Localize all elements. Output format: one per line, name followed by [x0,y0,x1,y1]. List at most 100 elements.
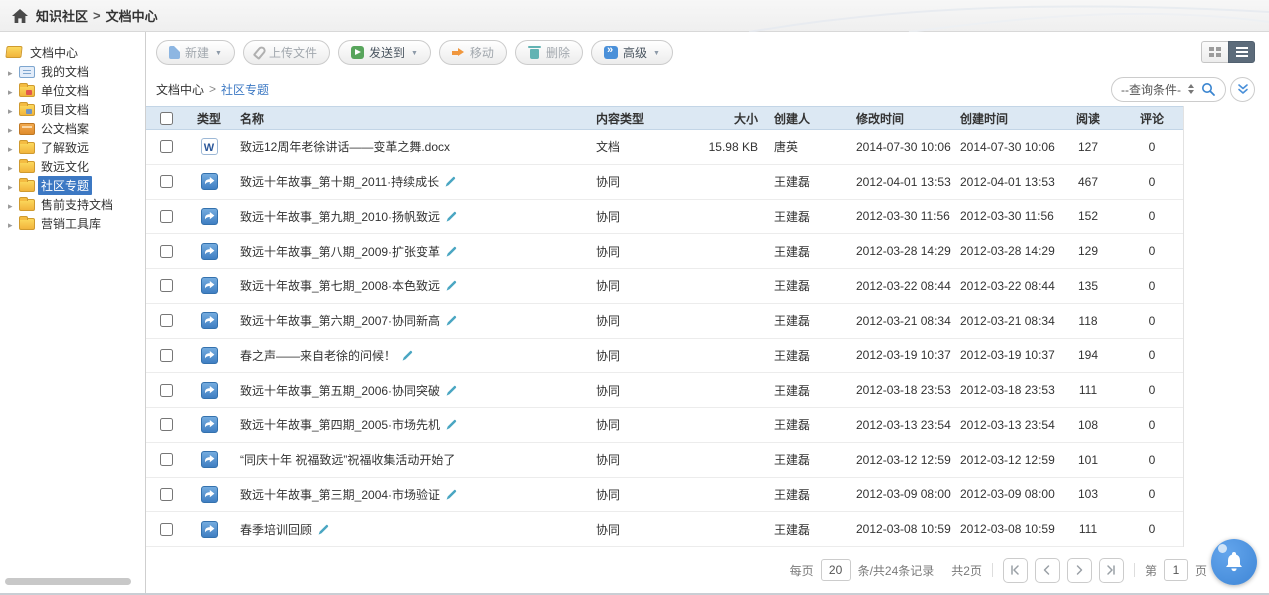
edit-pencil-icon[interactable] [446,385,457,396]
sidebar-item[interactable]: 公文档案 [0,119,145,138]
sidebar-item[interactable]: 营销工具库 [0,214,145,233]
grid-view-button[interactable] [1201,41,1228,63]
next-page-button[interactable] [1067,558,1092,583]
row-checkbox[interactable] [160,349,173,362]
select-spinner-icon[interactable] [1188,84,1194,94]
sidebar-item[interactable]: 社区专题 [0,176,145,195]
expand-arrow-icon[interactable] [8,217,16,231]
edit-pencil-icon[interactable] [446,489,457,500]
edit-pencil-icon[interactable] [446,211,457,222]
select-all-checkbox[interactable] [160,112,173,125]
edit-pencil-icon[interactable] [446,315,457,326]
last-page-button[interactable] [1099,558,1124,583]
expand-arrow-icon[interactable] [8,84,16,98]
sidebar-horizontal-scrollbar[interactable] [5,578,131,585]
sidebar-item[interactable]: 售前支持文档 [0,195,145,214]
file-type-icon [201,208,218,225]
edit-pencil-icon[interactable] [318,524,329,535]
row-checkbox[interactable] [160,488,173,501]
row-type-cell [186,312,232,329]
row-checkbox[interactable] [160,140,173,153]
toolbar-button[interactable]: 移动 [439,40,507,65]
page-label-prefix: 第 [1145,562,1157,579]
first-page-button[interactable] [1003,558,1028,583]
file-type-icon [201,451,218,468]
toolbar-button[interactable]: 上传文件 [243,40,330,65]
list-view-button[interactable] [1228,41,1255,63]
comments-cell: 0 [1120,348,1184,362]
row-checkbox[interactable] [160,418,173,431]
sidebar-item[interactable]: 项目文档 [0,100,145,119]
creator-cell: 王建磊 [766,277,848,294]
prev-page-icon [1041,564,1053,576]
created-time-cell: 2012-03-12 12:59 [952,453,1056,467]
advanced-search-toggle[interactable] [1230,77,1255,102]
row-checkbox[interactable] [160,523,173,536]
document-link[interactable]: 致远十年故事_第九期_2010·扬帆致远 [240,208,440,225]
document-link[interactable]: 春季培训回顾 [240,521,312,538]
row-checkbox[interactable] [160,175,173,188]
table-row: “同庆十年 祝福致远”祝福收集活动开始了 协同 王建磊 2012-03-12 1… [146,443,1183,478]
sidebar-item-label: 我的文档 [38,62,92,81]
notification-bell-button[interactable] [1211,539,1257,585]
per-page-input[interactable] [821,559,851,581]
expand-arrow-icon[interactable] [8,141,16,155]
expand-arrow-icon[interactable] [8,179,16,193]
search-filter-select[interactable]: --查询条件- [1121,81,1181,98]
document-link[interactable]: 致远十年故事_第七期_2008·本色致远 [240,277,440,294]
sidebar-item[interactable]: 单位文档 [0,81,145,100]
toolbar-button[interactable]: 发送到 [338,40,431,65]
breadcrumb-current-folder[interactable]: 社区专题 [221,81,269,98]
document-link[interactable]: 春之声——来自老徐的问候！ [240,347,396,364]
document-link[interactable]: 致远十年故事_第五期_2006·协同突破 [240,382,440,399]
row-checkbox[interactable] [160,314,173,327]
row-checkbox[interactable] [160,453,173,466]
prev-page-button[interactable] [1035,558,1060,583]
expand-arrow-icon[interactable] [8,122,16,136]
sidebar-root-doc-center[interactable]: 文档中心 [0,42,145,62]
main-panel: 新建 上传文件 发送到 [146,32,1269,593]
home-icon[interactable] [12,9,28,23]
sidebar-item[interactable]: 我的文档 [0,62,145,81]
dropdown-caret-icon [653,45,660,59]
toolbar-button[interactable]: 删除 [515,40,583,65]
edit-pencil-icon[interactable] [445,176,456,187]
document-link[interactable]: 致远十年故事_第十期_2011·持续成长 [240,173,439,190]
toolbar-button[interactable]: 高级 [591,40,673,65]
expand-arrow-icon[interactable] [8,160,16,174]
collaboration-file-glyph [204,280,215,291]
document-link[interactable]: “同庆十年 祝福致远”祝福收集活动开始了 [240,451,455,468]
row-select-cell [146,488,186,501]
modified-time-cell: 2012-03-30 11:56 [848,209,952,223]
toolbar-button[interactable]: 新建 [156,40,235,65]
row-checkbox[interactable] [160,279,173,292]
row-checkbox[interactable] [160,384,173,397]
breadcrumb-doc-center-link[interactable]: 文档中心 [156,81,204,98]
document-link[interactable]: 致远十年故事_第三期_2004·市场验证 [240,486,440,503]
document-link[interactable]: 致远12周年老徐讲话——变革之舞.docx [240,138,450,155]
document-link[interactable]: 致远十年故事_第六期_2007·协同新高 [240,312,440,329]
edit-pencil-icon[interactable] [446,419,457,430]
edit-pencil-icon[interactable] [446,280,457,291]
header-created: 创建时间 [952,110,1056,127]
sidebar-item[interactable]: 了解致远 [0,138,145,157]
page-number-input[interactable] [1164,559,1188,581]
row-name-cell: 致远十年故事_第六期_2007·协同新高 [232,312,588,329]
search-button[interactable] [1201,82,1216,97]
table-row: 致远十年故事_第四期_2005·市场先机 协同 王建磊 2012-03-13 2… [146,408,1183,443]
expand-arrow-icon[interactable] [8,198,16,212]
toolbar-button-icon [351,46,364,59]
expand-arrow-icon[interactable] [8,103,16,117]
breadcrumb-doc-center[interactable]: 文档中心 [106,6,158,25]
document-link[interactable]: 致远十年故事_第四期_2005·市场先机 [240,416,440,433]
modified-time-cell: 2012-03-21 08:34 [848,314,952,328]
row-select-cell [146,349,186,362]
row-checkbox[interactable] [160,245,173,258]
row-checkbox[interactable] [160,210,173,223]
edit-pencil-icon[interactable] [446,246,457,257]
sidebar-item[interactable]: 致远文化 [0,157,145,176]
edit-pencil-icon[interactable] [402,350,413,361]
breadcrumb-knowledge-community[interactable]: 知识社区 [36,6,88,25]
document-link[interactable]: 致远十年故事_第八期_2009·扩张变革 [240,243,440,260]
expand-arrow-icon[interactable] [8,65,16,79]
